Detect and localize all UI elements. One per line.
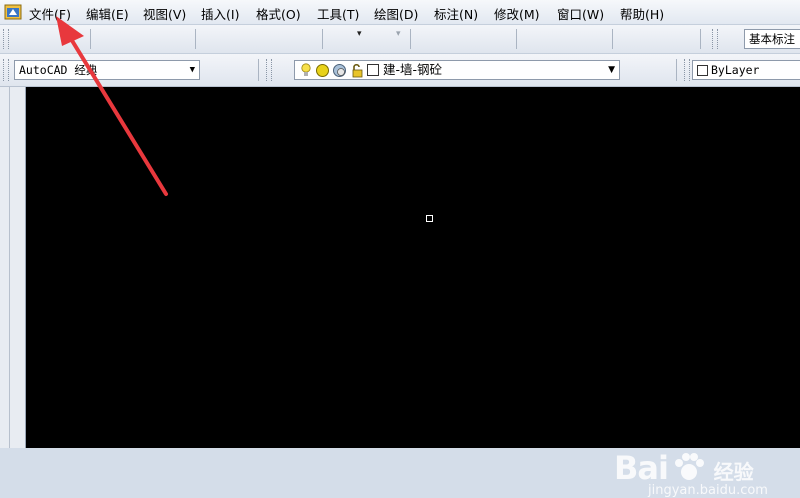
menu-bar: 文件(F) 编辑(E) 视图(V) 插入(I) 格式(O) 工具(T) 绘图(D… [0, 0, 800, 25]
layer-name: 建-墙-钢砼 [383, 62, 443, 77]
toolbar-grip[interactable] [266, 59, 272, 81]
menu-help[interactable]: 帮助(H) [620, 4, 664, 23]
menu-format[interactable]: 格式(O) [256, 4, 301, 23]
menu-view[interactable]: 视图(V) [143, 4, 186, 23]
lightbulb-icon[interactable] [300, 63, 312, 78]
menu-dimension[interactable]: 标注(N) [434, 4, 478, 23]
paw-icon [674, 453, 704, 480]
toolbar-separator [516, 29, 517, 49]
tool-strip-divider [9, 87, 10, 448]
toolbar-grip[interactable] [712, 29, 718, 49]
toolbar-separator [195, 29, 196, 49]
lock-icon[interactable] [351, 63, 366, 78]
toolbar-separator [700, 29, 701, 49]
toolbar-separator [90, 29, 91, 49]
left-tool-strip [0, 87, 26, 448]
menu-edit[interactable]: 编辑(E) [86, 4, 129, 23]
toolbar-separator [410, 29, 411, 49]
watermark-suffix: 经验 [713, 460, 754, 484]
dimension-style-value: 基本标注 [749, 32, 795, 46]
watermark-url: jingyan.baidu.com [648, 483, 768, 498]
drawing-canvas[interactable]: Bai 经验 jingyan.baidu.com [26, 87, 800, 498]
chevron-down-icon: ▼ [189, 65, 195, 75]
color-combo[interactable]: ByLayer [692, 60, 800, 80]
undo-dropdown-icon[interactable]: ▾ [357, 29, 362, 39]
toolbar-separator [258, 59, 259, 81]
toolbar-separator [322, 29, 323, 49]
baidu-watermark: Bai 经验 jingyan.baidu.com [614, 449, 800, 498]
workspace-combo[interactable]: AutoCAD 经典 ▼ [14, 60, 200, 80]
dimension-style-combo[interactable]: 基本标注 [744, 29, 800, 49]
layer-combo[interactable]: 建-墙-钢砼 ▼ [294, 60, 620, 80]
color-value: ByLayer [711, 63, 760, 77]
watermark-logo: Bai [614, 449, 669, 487]
menu-insert[interactable]: 插入(I) [201, 4, 239, 23]
toolbar-grip[interactable] [3, 29, 9, 49]
app-icon[interactable] [4, 3, 22, 21]
properties-toolbar: AutoCAD 经典 ▼ 建-墙-钢砼 ▼ ByLayer [0, 54, 800, 87]
toolbar-grip[interactable] [684, 59, 690, 81]
chevron-down-icon: ▼ [608, 65, 615, 75]
standard-toolbar: ▾ ▾ 基本标注 [0, 25, 800, 71]
menu-draw[interactable]: 绘图(D) [374, 4, 418, 23]
sun-icon[interactable] [315, 63, 330, 78]
workspace-value: AutoCAD 经典 [19, 63, 98, 77]
toolbar-separator [612, 29, 613, 49]
menu-tools[interactable]: 工具(T) [317, 4, 359, 23]
menu-modify[interactable]: 修改(M) [494, 4, 540, 23]
viewport-freeze-icon[interactable] [332, 63, 347, 78]
menu-window[interactable]: 窗口(W) [557, 4, 604, 23]
color-swatch [697, 65, 708, 76]
menu-file[interactable]: 文件(F) [29, 4, 71, 23]
redo-dropdown-icon: ▾ [396, 29, 401, 39]
layer-color-swatch [367, 64, 379, 76]
toolbar-separator [676, 59, 677, 81]
pickbox-cursor [426, 215, 433, 222]
toolbar-grip[interactable] [3, 59, 9, 81]
